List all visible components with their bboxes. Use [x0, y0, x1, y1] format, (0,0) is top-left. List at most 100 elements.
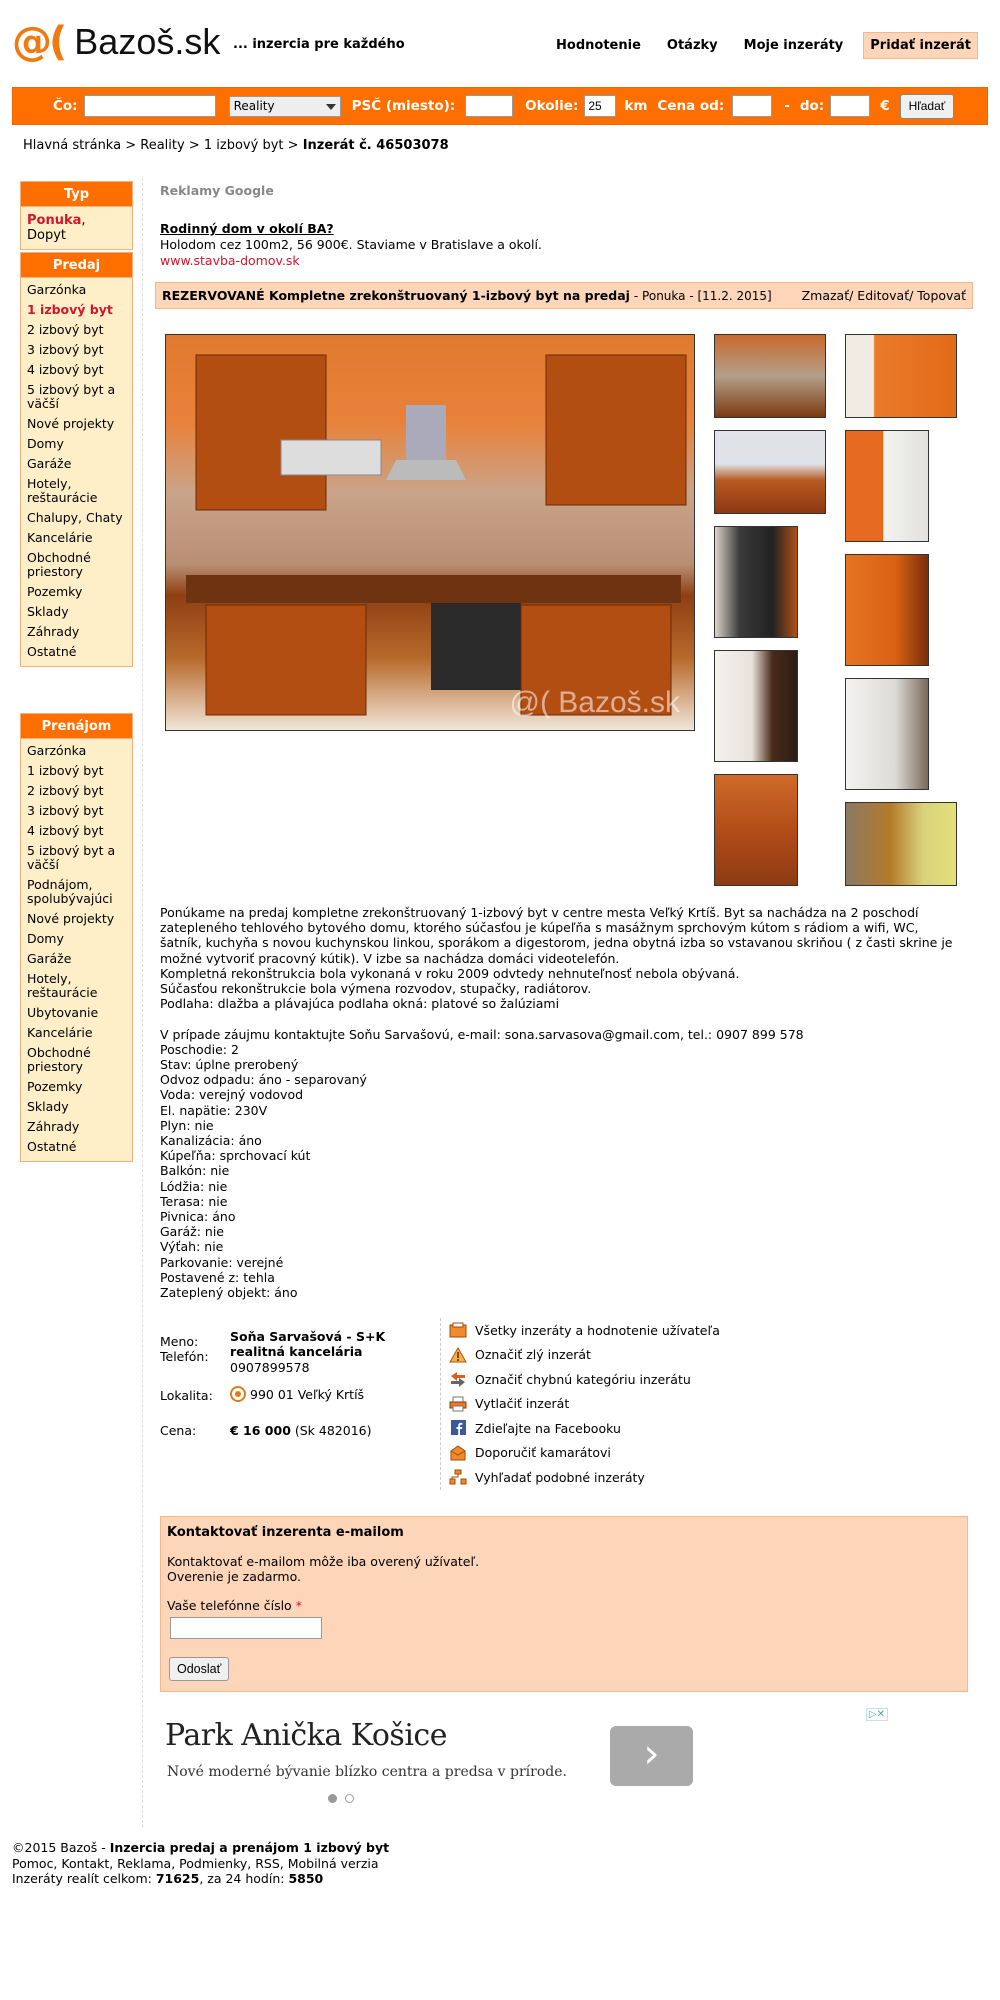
sidebar-item[interactable]: 1 izbový byt	[21, 761, 132, 781]
sidebar-item[interactable]: 2 izbový byt	[21, 781, 132, 801]
type-offer-link[interactable]: Ponuka	[27, 213, 81, 228]
photo-thumb[interactable]	[714, 430, 826, 514]
photo-thumb[interactable]	[714, 774, 798, 886]
breadcrumb-1-izbovy[interactable]: 1 izbový byt	[204, 138, 284, 153]
printer-icon	[449, 1396, 467, 1412]
photo-thumb[interactable]	[714, 526, 798, 638]
send-button[interactable]: Odoslať	[169, 1657, 230, 1681]
action-share-facebook[interactable]: Zdieľajte na Facebooku	[475, 1421, 621, 1436]
seller-name[interactable]: Soňa Sarvašová - S+K realitná kancelária	[230, 1329, 390, 1359]
sidebar-item[interactable]: Nové projekty	[21, 909, 132, 929]
footer-tagline: Inzercia predaj a prenájom 1 izbový byt	[109, 1840, 390, 1855]
carousel-dot[interactable]	[328, 1794, 337, 1803]
sidebar-item[interactable]: Ostatné	[21, 642, 132, 662]
sidebar-rent-title: Prenájom	[21, 714, 132, 739]
search-what-label: Čo:	[53, 98, 78, 114]
sidebar-item[interactable]: 4 izbový byt	[21, 360, 132, 380]
display-ad[interactable]: Park Anička Košice Nové moderné bývanie …	[165, 1708, 890, 1808]
location-link[interactable]: 990 01 Veľký Krtíš	[250, 1387, 364, 1402]
sidebar-type-box: Typ Ponuka, Dopyt	[20, 181, 133, 250]
search-input[interactable]	[83, 95, 216, 117]
type-demand-link[interactable]: Dopyt	[27, 228, 66, 243]
action-report-listing[interactable]: Označiť zlý inzerát	[475, 1347, 591, 1362]
photo-thumb[interactable]	[845, 678, 929, 790]
sidebar-item[interactable]: Domy	[21, 929, 132, 949]
sidebar-item[interactable]: Obchodné priestory	[21, 548, 132, 582]
sidebar-item[interactable]: Podnájom, spolubývajúci	[21, 875, 132, 909]
display-ad-subtitle: Nové moderné bývanie blízko centra a pre…	[167, 1764, 567, 1780]
footer-day: 5850	[288, 1871, 324, 1886]
sidebar-item[interactable]: Kancelárie	[21, 1023, 132, 1043]
breadcrumb-home[interactable]: Hlavná stránka	[23, 138, 121, 153]
action-wrong-category[interactable]: Označiť chybnú kategóriu inzerátu	[475, 1372, 691, 1387]
sidebar-rent-list: Garzónka 1 izbový byt 2 izbový byt 3 izbový…	[21, 739, 132, 1161]
psc-input[interactable]	[465, 95, 514, 117]
photo-thumb[interactable]	[845, 802, 957, 886]
action-all-listings[interactable]: Všetky inzeráty a hodnotenie užívateľa	[475, 1323, 720, 1338]
sidebar-item[interactable]: Kancelárie	[21, 528, 132, 548]
sidebar-item[interactable]: 3 izbový byt	[21, 801, 132, 821]
price-label: Cena:	[160, 1423, 197, 1438]
google-ad-url[interactable]: www.stavba-domov.sk	[160, 253, 300, 268]
phone-field[interactable]	[170, 1617, 322, 1639]
sidebar-item[interactable]: Sklady	[21, 1097, 132, 1117]
footer-stats-mid: , za 24 hodín:	[199, 1871, 285, 1886]
sidebar-item[interactable]: Sklady	[21, 602, 132, 622]
location-label: Lokalita:	[160, 1388, 213, 1403]
sidebar-item[interactable]: 4 izbový byt	[21, 821, 132, 841]
google-ad-title[interactable]: Rodinný dom v okolí BA?	[160, 221, 334, 236]
bazos-logo[interactable]: @( Bazoš.sk	[12, 22, 220, 62]
photo-thumb[interactable]	[845, 430, 929, 542]
photo-thumb[interactable]	[714, 650, 798, 762]
price-from-input[interactable]	[732, 95, 773, 117]
price-eur: € 16 000	[230, 1423, 291, 1438]
sidebar-sale-title: Predaj	[21, 253, 132, 278]
sidebar-item[interactable]: 1 izbový byt	[21, 300, 132, 320]
sidebar-item[interactable]: Pozemky	[21, 582, 132, 602]
price-sk: (Sk 482016)	[294, 1423, 372, 1438]
nav-moje-inzeraty[interactable]: Moje inzeráty	[738, 33, 850, 58]
sidebar-item[interactable]: Chalupy, Chaty	[21, 508, 132, 528]
sidebar-item[interactable]: 3 izbový byt	[21, 340, 132, 360]
sidebar-item[interactable]: 2 izbový byt	[21, 320, 132, 340]
photo-thumb[interactable]	[714, 334, 826, 418]
breadcrumb-reality[interactable]: Reality	[140, 138, 184, 153]
sidebar-item[interactable]: 5 izbový byt a väčší	[21, 380, 132, 414]
footer: ©2015 Bazoš - Inzercia predaj a prenájom…	[12, 1840, 389, 1887]
ad-next-arrow-icon[interactable]: ›	[610, 1726, 693, 1786]
main-photo[interactable]: @( Bazoš.sk	[165, 334, 695, 731]
sidebar-rent-box: Prenájom Garzónka 1 izbový byt 2 izbový by…	[20, 713, 133, 1162]
action-print[interactable]: Vytlačiť inzerát	[475, 1396, 569, 1411]
sidebar-item[interactable]: Garáže	[21, 454, 132, 474]
action-recommend-friend[interactable]: Doporučiť kamarátovi	[475, 1445, 611, 1460]
price-to-input[interactable]	[830, 95, 871, 117]
sidebar-item[interactable]: Hotely, reštaurácie	[21, 969, 132, 1003]
carousel-dot[interactable]	[345, 1794, 354, 1803]
listing-edit-actions[interactable]: Zmazať/ Editovať/ Topovať	[802, 288, 966, 303]
sidebar-item[interactable]: Záhrady	[21, 622, 132, 642]
sidebar-item[interactable]: Nové projekty	[21, 414, 132, 434]
sidebar-item[interactable]: 5 izbový byt a väčší	[21, 841, 132, 875]
footer-links[interactable]: Pomoc, Kontakt, Reklama, Podmienky, RSS,…	[12, 1856, 389, 1872]
action-similar-listings[interactable]: Vyhľadať podobné inzeráty	[475, 1470, 645, 1485]
nav-hodnotenie[interactable]: Hodnotenie	[550, 33, 647, 58]
sidebar-item[interactable]: Pozemky	[21, 1077, 132, 1097]
search-button[interactable]: Hľadať	[899, 93, 955, 119]
adchoices-icon[interactable]: ▷✕	[865, 1708, 888, 1721]
sidebar-item[interactable]: Obchodné priestory	[21, 1043, 132, 1077]
sidebar-item[interactable]: Ostatné	[21, 1137, 132, 1157]
sidebar-item[interactable]: Hotely, reštaurácie	[21, 474, 132, 508]
photo-thumb[interactable]	[845, 554, 929, 666]
sidebar-item[interactable]: Domy	[21, 434, 132, 454]
sidebar-item[interactable]: Ubytovanie	[21, 1003, 132, 1023]
sidebar-item[interactable]: Garáže	[21, 949, 132, 969]
photo-thumb[interactable]	[845, 334, 957, 418]
nav-otazky[interactable]: Otázky	[661, 33, 724, 58]
add-listing-button[interactable]: Pridať inzerát	[863, 32, 978, 59]
radius-input[interactable]	[584, 95, 617, 117]
category-select[interactable]: Reality	[228, 95, 341, 117]
sidebar-item[interactable]: Záhrady	[21, 1117, 132, 1137]
sidebar-item[interactable]: Garzónka	[21, 280, 132, 300]
logo-at-icon: @(	[12, 19, 67, 65]
sidebar-item[interactable]: Garzónka	[21, 741, 132, 761]
